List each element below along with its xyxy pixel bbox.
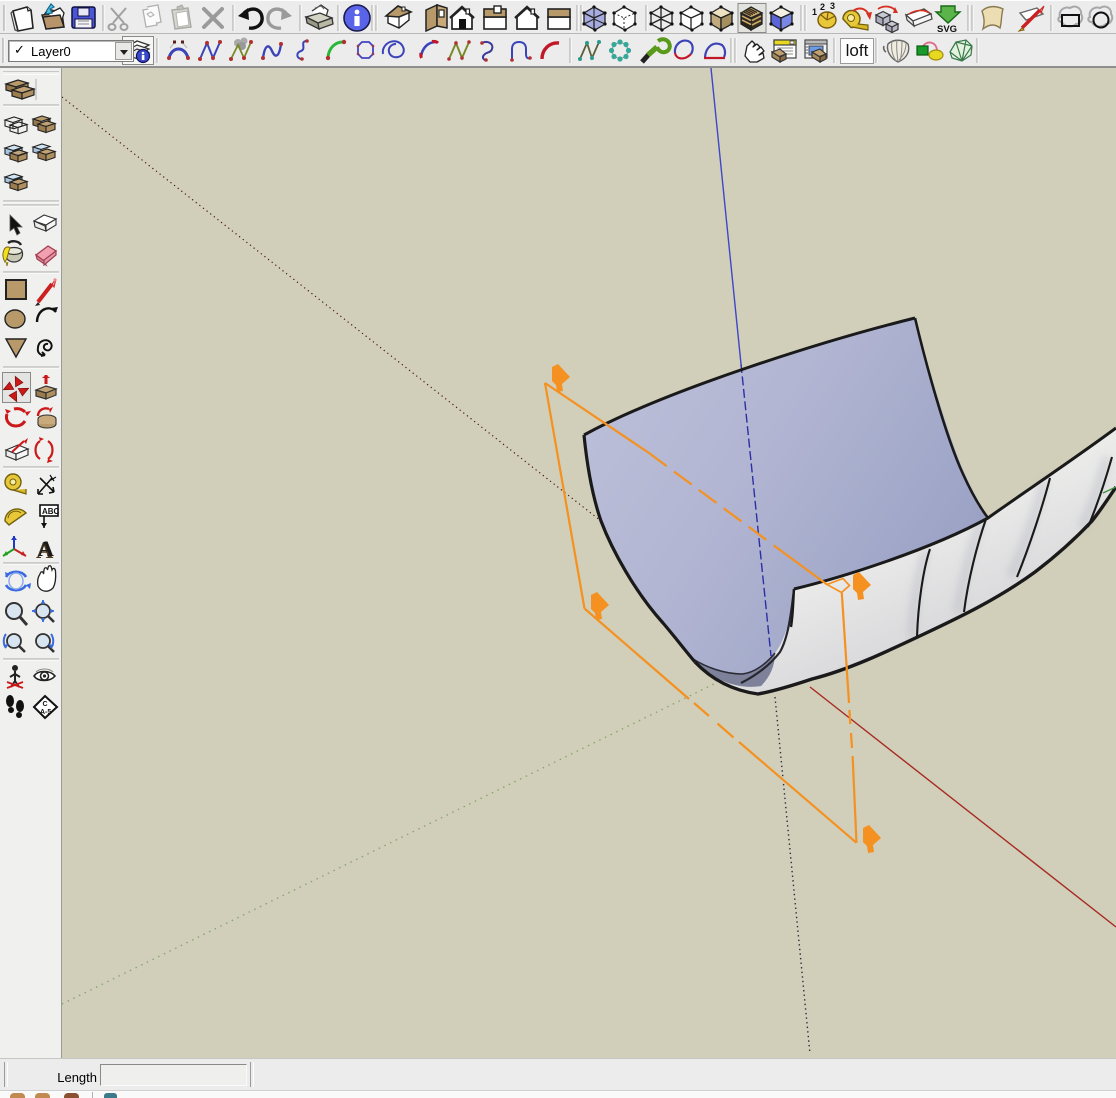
svg-text:A-5: A-5 <box>40 709 51 716</box>
svg-text:2: 2 <box>820 2 825 12</box>
svg-text:3: 3 <box>830 1 835 11</box>
svg-text:ABC: ABC <box>42 507 60 516</box>
svg-text:1: 1 <box>812 7 817 17</box>
svg-text:A: A <box>38 536 54 561</box>
svg-text:C: C <box>43 701 48 708</box>
